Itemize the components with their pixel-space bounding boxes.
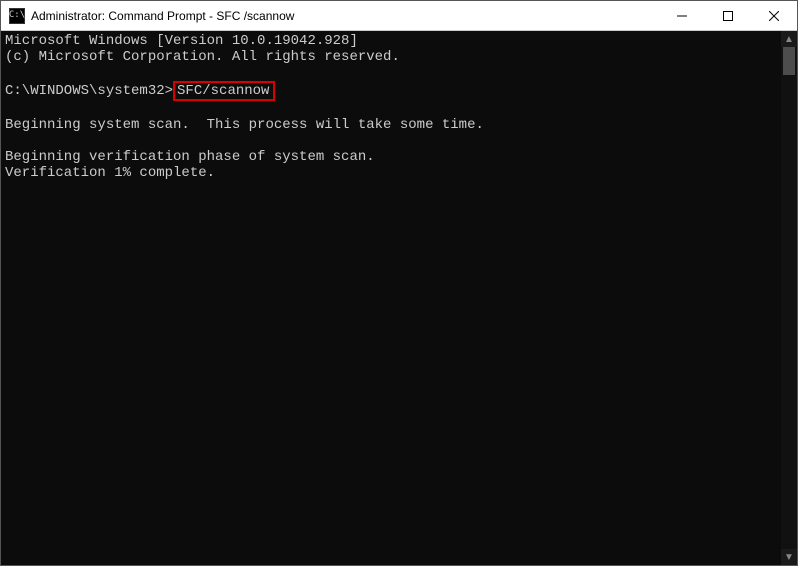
console-line: Beginning verification phase of system s…	[5, 149, 375, 165]
close-button[interactable]	[751, 1, 797, 30]
scroll-thumb[interactable]	[783, 47, 795, 75]
vertical-scrollbar[interactable]: ▲ ▼	[781, 31, 797, 565]
window-controls	[659, 1, 797, 30]
console-line: (c) Microsoft Corporation. All rights re…	[5, 49, 400, 65]
minimize-icon	[677, 11, 687, 21]
close-icon	[769, 11, 779, 21]
scroll-up-icon[interactable]: ▲	[781, 31, 797, 47]
typed-command: SFC/scannow	[177, 83, 269, 99]
command-highlight: SFC/scannow	[173, 81, 275, 101]
client-area: Microsoft Windows [Version 10.0.19042.92…	[1, 31, 797, 565]
maximize-button[interactable]	[705, 1, 751, 30]
titlebar[interactable]: C:\ Administrator: Command Prompt - SFC …	[1, 1, 797, 31]
console-line: Verification 1% complete.	[5, 165, 215, 181]
scroll-track[interactable]	[781, 47, 797, 549]
maximize-icon	[723, 11, 733, 21]
command-prompt-window: C:\ Administrator: Command Prompt - SFC …	[0, 0, 798, 566]
scroll-down-icon[interactable]: ▼	[781, 549, 797, 565]
console-line: Microsoft Windows [Version 10.0.19042.92…	[5, 33, 358, 49]
console-prompt: C:\WINDOWS\system32>	[5, 83, 173, 99]
console-output[interactable]: Microsoft Windows [Version 10.0.19042.92…	[1, 31, 781, 565]
window-title: Administrator: Command Prompt - SFC /sca…	[31, 9, 659, 23]
minimize-button[interactable]	[659, 1, 705, 30]
console-line: Beginning system scan. This process will…	[5, 117, 484, 133]
app-cmd-icon: C:\	[9, 8, 25, 24]
